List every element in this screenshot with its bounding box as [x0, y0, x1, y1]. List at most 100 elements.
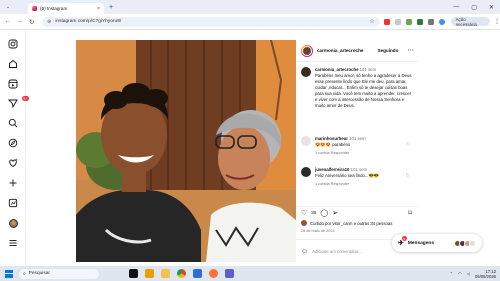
- task-view-icon[interactable]: [129, 269, 138, 278]
- messages-label: Mensagens: [407, 240, 435, 246]
- extension-shield-icon[interactable]: [416, 18, 423, 25]
- caption-body: carmonia_artecroche 101 sem Parabéns meu…: [315, 67, 413, 109]
- chevron-up-icon[interactable]: ⌃: [450, 271, 454, 276]
- like-heart-icon[interactable]: ♡: [301, 209, 307, 217]
- comment-body: juvenalferreira10 101 sem Feliz Aniversá…: [315, 167, 379, 187]
- likes-count[interactable]: 35: [311, 210, 316, 215]
- heart-notifications-icon[interactable]: [8, 158, 18, 168]
- notifications-badge: 9+: [22, 96, 29, 101]
- browser-tab[interactable]: (9) Instagram ×: [28, 3, 104, 14]
- author-username[interactable]: carmonia_artecroche: [317, 48, 363, 53]
- like-comment-icon[interactable]: ♡: [406, 142, 410, 148]
- comment-meta[interactable]: 1 curtida Responder: [315, 181, 379, 187]
- file-explorer-icon[interactable]: [161, 269, 170, 278]
- profile-avatar[interactable]: [8, 218, 18, 228]
- teams-icon[interactable]: [225, 269, 234, 278]
- profile-icon[interactable]: [438, 18, 445, 25]
- instagram-logo-icon[interactable]: [8, 39, 18, 49]
- vlc-icon[interactable]: [145, 269, 154, 278]
- taskbar-search[interactable]: ⌕ Pesquisar: [19, 268, 99, 279]
- word-icon[interactable]: [193, 269, 202, 278]
- instagram-favicon-icon: [32, 6, 37, 11]
- comment-text: Feliz Aniversário sea lindo...😎😎: [315, 173, 380, 178]
- windows-taskbar: ⌕ Pesquisar ⌃ ◠ ◁ 17:12 05/05/2026: [0, 266, 500, 281]
- extensions-row: [383, 18, 445, 25]
- comment-time: 101 sem: [349, 136, 366, 141]
- emoji-icon[interactable]: ☺: [301, 248, 308, 255]
- comment-icon[interactable]: ◯: [320, 209, 328, 217]
- volume-icon[interactable]: ◁: [467, 271, 470, 276]
- post-date: 28 de maio de 2024: [301, 229, 335, 233]
- post-header: carmonia_artecroche Seguindo ⋯: [296, 40, 417, 62]
- tab-search-icon[interactable]: ⌄: [4, 3, 12, 11]
- post-options-icon[interactable]: ⋯: [407, 47, 413, 54]
- back-icon[interactable]: ←: [3, 18, 12, 25]
- extension-green-icon[interactable]: [405, 18, 412, 25]
- post-photo[interactable]: [76, 40, 296, 262]
- bookmark-star-icon[interactable]: ☆: [369, 18, 374, 25]
- commenter-avatar[interactable]: [301, 167, 311, 177]
- comment-item: marinhosurheur 101 sem 😍😍😍 parabéns 1 cu…: [301, 136, 413, 156]
- liked-by[interactable]: Curtido por vitor_carm e outras 34 pesso…: [301, 220, 392, 226]
- post-photo-image: [76, 40, 296, 262]
- search-icon: ⌕: [23, 271, 26, 277]
- post-details-panel: carmonia_artecroche Seguindo ⋯ carmonia_…: [296, 40, 417, 262]
- site-info-icon[interactable]: ⊜: [47, 19, 51, 25]
- clock-date: 05/05/2026: [475, 273, 496, 279]
- caption-avatar[interactable]: [301, 67, 311, 77]
- close-window-icon[interactable]: ✕: [489, 4, 494, 11]
- access-needed-button[interactable]: Ação necessária: [450, 17, 490, 27]
- home-icon[interactable]: [8, 59, 18, 69]
- url-text[interactable]: instagram.com/p/C7giYhyoru8/: [55, 19, 365, 24]
- extension-puzzle-icon[interactable]: [427, 18, 434, 25]
- comment-username[interactable]: marinhosurheur: [315, 136, 348, 141]
- taskbar-apps: [129, 269, 234, 278]
- close-tab-icon[interactable]: ×: [97, 6, 100, 12]
- system-tray: ⌃ ◠ ◁ 17:12 05/05/2026: [450, 269, 496, 279]
- messages-badge: 9: [402, 236, 407, 241]
- like-comment-icon[interactable]: ♡: [406, 173, 410, 179]
- author-avatar[interactable]: [301, 44, 313, 57]
- comments-list: carmonia_artecroche 101 sem Parabéns meu…: [296, 63, 417, 206]
- direct-messages-icon[interactable]: 9+: [8, 96, 29, 108]
- dashboard-icon[interactable]: [8, 198, 18, 208]
- reload-icon[interactable]: ↻: [27, 18, 36, 26]
- comment-time: 101 sem: [350, 167, 368, 172]
- extension-gray-icon[interactable]: [394, 18, 401, 25]
- firefox-icon[interactable]: [209, 269, 218, 278]
- comment-text: 😍😍😍 parabéns: [315, 142, 351, 147]
- save-bookmark-icon[interactable]: ⌑: [408, 209, 412, 217]
- liker-avatar: [301, 220, 307, 226]
- messages-button[interactable]: ✈ 9 Mensagens: [392, 234, 482, 252]
- comment-username[interactable]: juvenalferreira10: [315, 167, 349, 172]
- following-button[interactable]: Seguindo: [377, 48, 398, 53]
- browser-menu-icon[interactable]: ⋮: [494, 18, 500, 25]
- window-controls: — ▢ ✕: [453, 4, 494, 11]
- more-menu-icon[interactable]: [8, 238, 18, 248]
- taskbar-clock[interactable]: 17:12 05/05/2026: [475, 269, 496, 279]
- caption-item: carmonia_artecroche 101 sem Parabéns meu…: [301, 67, 413, 109]
- search-icon[interactable]: [8, 118, 18, 128]
- new-tab-button[interactable]: +: [109, 4, 113, 11]
- browser-tabstrip: ⌄ (9) Instagram × + — ▢ ✕: [0, 0, 500, 14]
- commenter-avatar[interactable]: [301, 136, 311, 146]
- minimize-icon[interactable]: —: [453, 4, 459, 11]
- message-avatars: [454, 239, 476, 247]
- comment-item: juvenalferreira10 101 sem Feliz Aniversá…: [301, 167, 413, 187]
- windows-start-icon[interactable]: [5, 269, 13, 278]
- comment-meta[interactable]: 1 curtida Responder: [315, 150, 366, 156]
- address-bar[interactable]: ⊜ instagram.com/p/C7giYhyoru8/ ☆: [42, 16, 380, 27]
- forward-icon[interactable]: →: [15, 18, 24, 25]
- maximize-icon[interactable]: ▢: [471, 4, 477, 11]
- share-icon[interactable]: ➢: [332, 209, 338, 217]
- wifi-icon[interactable]: ◠: [458, 271, 462, 276]
- liked-by-text: Curtido por vitor_carm e outras 34 pesso…: [310, 220, 393, 226]
- explore-icon[interactable]: [8, 138, 18, 148]
- caption-username[interactable]: carmonia_artecroche: [315, 67, 358, 72]
- caption-text: Parabéns meu amor, só tenho a agradecer …: [315, 73, 412, 108]
- reels-icon[interactable]: [8, 79, 18, 89]
- chrome-icon[interactable]: [177, 269, 186, 278]
- create-icon[interactable]: [8, 178, 18, 188]
- add-comment-input[interactable]: Adicione um comentário...: [312, 249, 362, 254]
- extension-red-icon[interactable]: [383, 18, 390, 25]
